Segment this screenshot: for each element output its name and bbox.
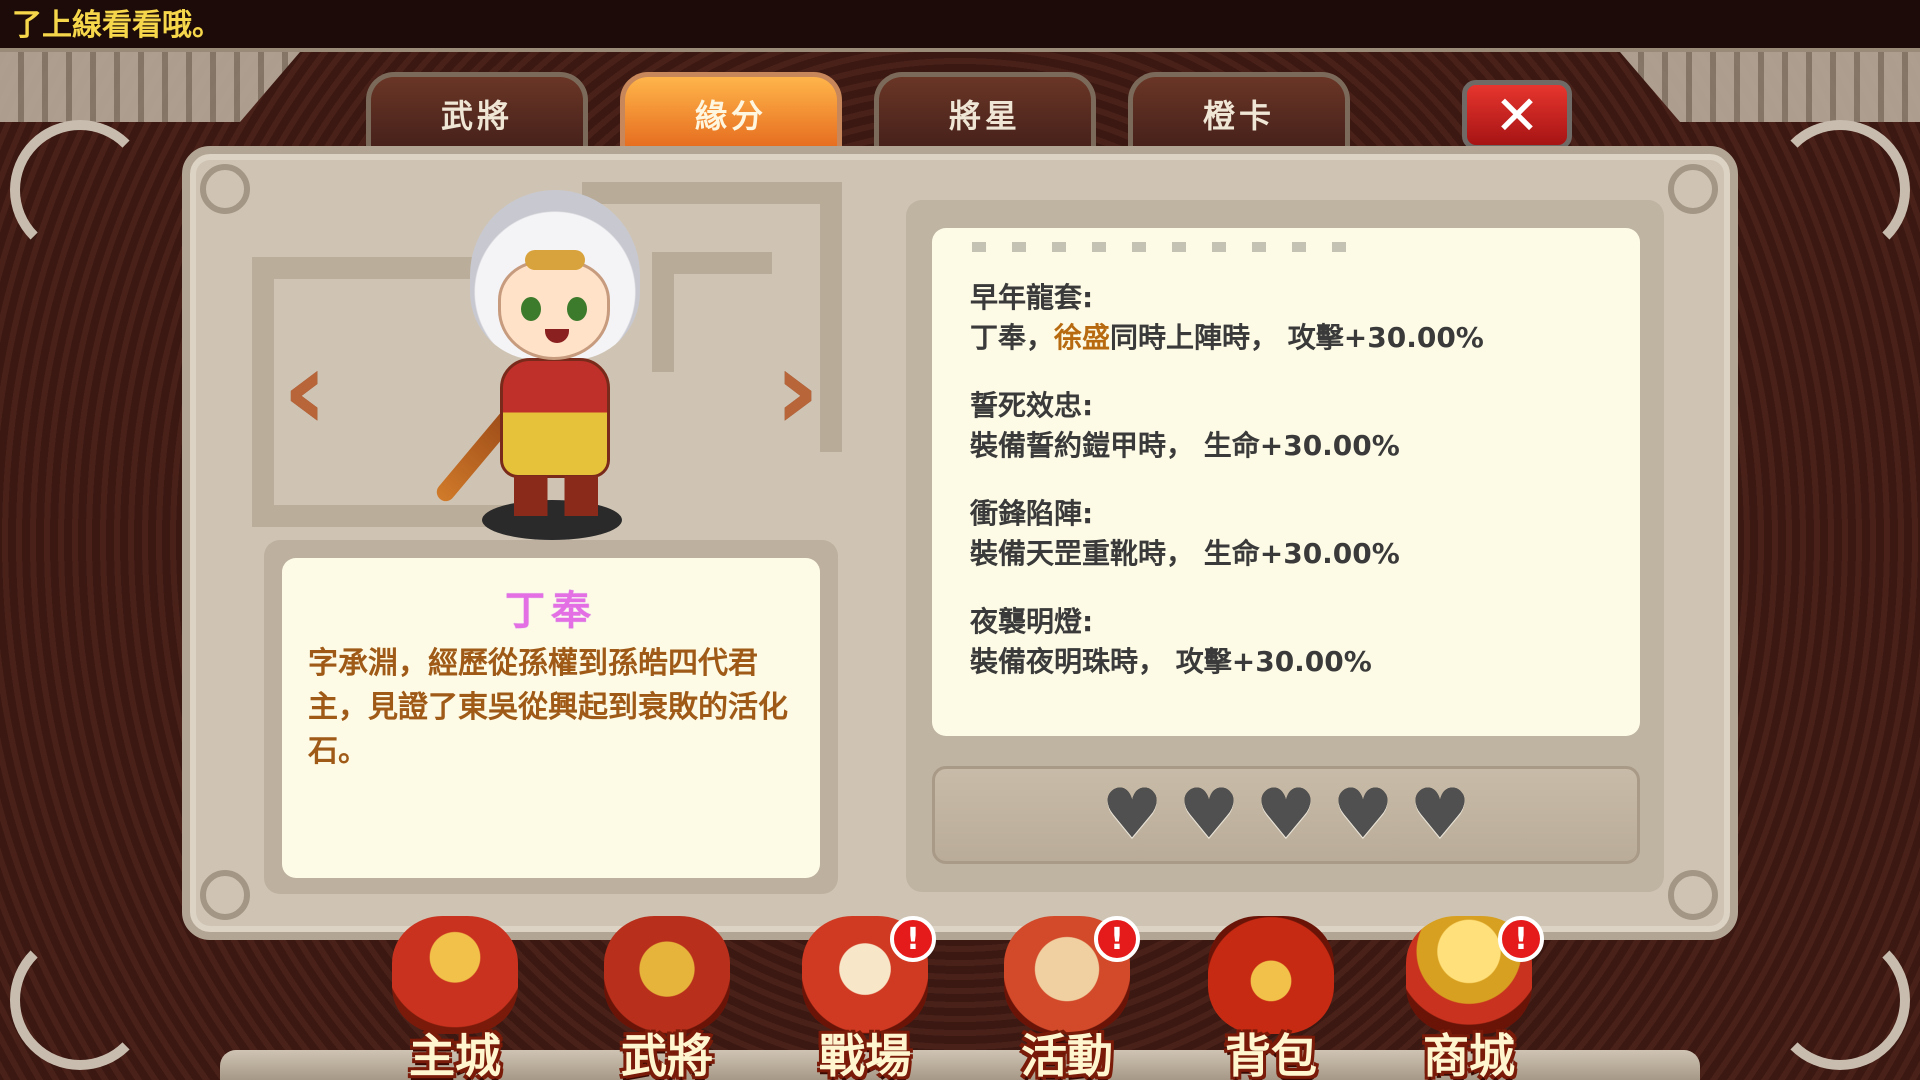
nav-label: 商城 xyxy=(1423,1029,1515,1080)
alert-badge: ! xyxy=(1498,916,1544,962)
announcement-marquee: 了上線看看哦。 xyxy=(0,0,1920,52)
chevron-left-icon: ‹ xyxy=(282,326,328,454)
nav-label: 活動 xyxy=(1021,1029,1113,1080)
fate-item: 衝鋒陷陣: 裝備天罡重靴時， 生命+30.00% xyxy=(970,494,1620,574)
alert-badge: ! xyxy=(890,916,936,962)
nav-label: 戰場 xyxy=(819,1029,911,1080)
next-hero-button[interactable]: › xyxy=(762,326,832,454)
nav-label: 背包 xyxy=(1225,1029,1317,1080)
fate-description: 丁奉，徐盛同時上陣時， 攻擊+30.00% xyxy=(970,318,1620,358)
heart-icon: ♥ xyxy=(1332,775,1394,854)
bag-icon xyxy=(1208,916,1334,1034)
fate-hearts-bar: ♥ ♥ ♥ ♥ ♥ xyxy=(932,766,1640,864)
heart-icon: ♥ xyxy=(1101,775,1163,854)
tab-fate[interactable]: 緣分 xyxy=(620,72,842,150)
fate-description: 裝備夜明珠時， 攻擊+30.00% xyxy=(970,645,1372,678)
scrolled-text-remnant xyxy=(972,242,1372,252)
tab-generals[interactable]: 武將 xyxy=(366,72,588,150)
fate-desc-text: 丁奉， xyxy=(970,321,1055,354)
close-icon: ✕ xyxy=(1494,83,1540,147)
prev-hero-button[interactable]: ‹ xyxy=(270,326,340,454)
alert-badge: ! xyxy=(1094,916,1140,962)
fate-description: 裝備天罡重靴時， 生命+30.00% xyxy=(970,537,1400,570)
hero-description: 字承淵，經歷從孫權到孫皓四代君主，見證了東吳從興起到衰敗的活化石。 xyxy=(308,646,788,769)
hero-crown xyxy=(525,250,585,270)
hero-legs xyxy=(514,476,598,516)
hero-face xyxy=(498,260,610,360)
nav-shop[interactable]: 商城 ! xyxy=(1384,916,1554,1080)
scroll-ornament xyxy=(1770,120,1910,260)
fate-list-card[interactable]: 早年龍套: 丁奉，徐盛同時上陣時， 攻擊+30.00% 誓死效忠: 裝備誓約鎧甲… xyxy=(932,228,1640,736)
fate-title: 早年龍套: xyxy=(970,281,1094,314)
nav-generals[interactable]: 武將 xyxy=(582,916,752,1080)
palace-icon xyxy=(392,916,518,1034)
panel-corner-ornament xyxy=(200,164,250,214)
scroll-ornament xyxy=(10,120,150,260)
tab-orange-card[interactable]: 橙卡 xyxy=(1128,72,1350,150)
nav-main-city[interactable]: 主城 xyxy=(370,916,540,1080)
helmet-icon xyxy=(604,916,730,1034)
panel-corner-ornament xyxy=(200,870,250,920)
hero-armor xyxy=(500,358,610,478)
nav-events[interactable]: 活動 ! xyxy=(982,916,1152,1080)
hero-name: 丁奉 xyxy=(505,588,597,634)
hero-eye xyxy=(521,297,541,321)
fate-title: 夜襲明燈: xyxy=(970,605,1094,638)
chevron-right-icon: › xyxy=(774,326,820,454)
fate-description: 裝備誓約鎧甲時， 生命+30.00% xyxy=(970,429,1400,462)
scroll-ornament xyxy=(1770,930,1910,1070)
panel-corner-ornament xyxy=(1668,164,1718,214)
fate-title: 誓死效忠: xyxy=(970,389,1094,422)
fate-item: 夜襲明燈: 裝備夜明珠時， 攻擊+30.00% xyxy=(970,602,1620,682)
nav-label: 武將 xyxy=(621,1029,713,1080)
nav-backpack[interactable]: 背包 xyxy=(1186,916,1356,1080)
close-button[interactable]: ✕ xyxy=(1462,80,1572,150)
nav-label: 主城 xyxy=(409,1029,501,1080)
fate-partner-link[interactable]: 徐盛 xyxy=(1054,321,1110,354)
fate-item: 誓死效忠: 裝備誓約鎧甲時， 生命+30.00% xyxy=(970,386,1620,466)
heart-icon: ♥ xyxy=(1178,775,1240,854)
nav-battlefield[interactable]: 戰場 ! xyxy=(780,916,950,1080)
tab-general-star[interactable]: 將星 xyxy=(874,72,1096,150)
heart-icon: ♥ xyxy=(1255,775,1317,854)
scroll-ornament xyxy=(10,930,150,1070)
fate-desc-text: 同時上陣時， 攻擊+30.00% xyxy=(1110,321,1484,354)
heart-icon: ♥ xyxy=(1409,775,1471,854)
hero-eye xyxy=(567,297,587,321)
panel-corner-ornament xyxy=(1668,870,1718,920)
fate-list: 早年龍套: 丁奉，徐盛同時上陣時， 攻擊+30.00% 誓死效忠: 裝備誓約鎧甲… xyxy=(970,278,1620,710)
hero-portrait xyxy=(430,190,670,540)
fate-item: 早年龍套: 丁奉，徐盛同時上陣時， 攻擊+30.00% xyxy=(970,278,1620,358)
hero-mouth xyxy=(545,329,569,343)
fate-title: 衝鋒陷陣: xyxy=(970,497,1094,530)
